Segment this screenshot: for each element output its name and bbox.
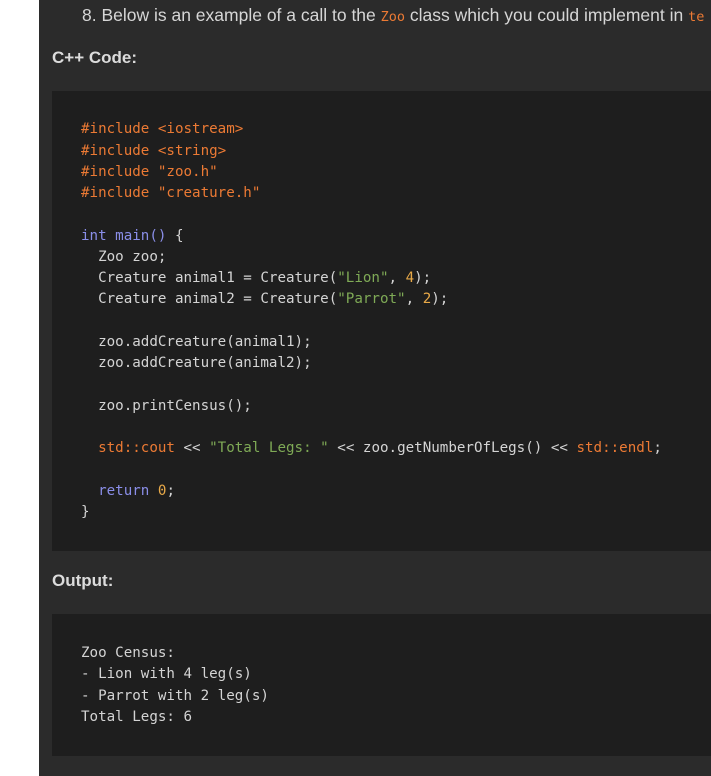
code-line-zoo-decl: Zoo zoo;	[81, 249, 167, 265]
inline-code-zoo: Zoo	[380, 9, 406, 25]
code-line-include-iostream: #include <iostream>	[81, 121, 244, 137]
code-line-main: int main() {	[81, 228, 184, 244]
code-line-add-animal2: zoo.addCreature(animal2);	[81, 355, 312, 371]
code-line-include-string: #include <string>	[81, 143, 227, 159]
code-line-include-creature: #include "creature.h"	[81, 185, 261, 201]
inline-code-truncated: te	[688, 9, 705, 25]
code-line-animal1: Creature animal1 = Creature("Lion", 4);	[81, 270, 432, 286]
code-line-include-zoo: #include "zoo.h"	[81, 164, 218, 180]
question-prefix: 8. Below is an example of a call to the	[82, 5, 381, 25]
code-heading: C++ Code:	[52, 48, 138, 67]
code-line-animal2: Creature animal2 = Creature("Parrot", 2)…	[81, 291, 449, 307]
output-block[interactable]: Zoo Census: - Lion with 4 leg(s) - Parro…	[52, 614, 711, 756]
code-line-cout: std::cout << "Total Legs: " << zoo.getNu…	[81, 440, 662, 456]
output-line: Zoo Census:	[81, 645, 175, 661]
output-line: - Lion with 4 leg(s)	[81, 666, 252, 682]
code-line-close-brace: }	[81, 504, 90, 520]
output-line: Total Legs: 6	[81, 709, 193, 725]
code-line-print-census: zoo.printCensus();	[81, 398, 252, 414]
output-line: - Parrot with 2 leg(s)	[81, 688, 269, 704]
code-line-return: return 0;	[81, 483, 175, 499]
question-suffix: class which you could implement in	[405, 5, 689, 25]
question-text: 8. Below is an example of a call to the …	[82, 4, 711, 28]
cpp-code-block[interactable]: #include <iostream> #include <string> #i…	[52, 91, 711, 551]
code-line-add-animal1: zoo.addCreature(animal1);	[81, 334, 312, 350]
output-heading: Output:	[52, 571, 114, 590]
